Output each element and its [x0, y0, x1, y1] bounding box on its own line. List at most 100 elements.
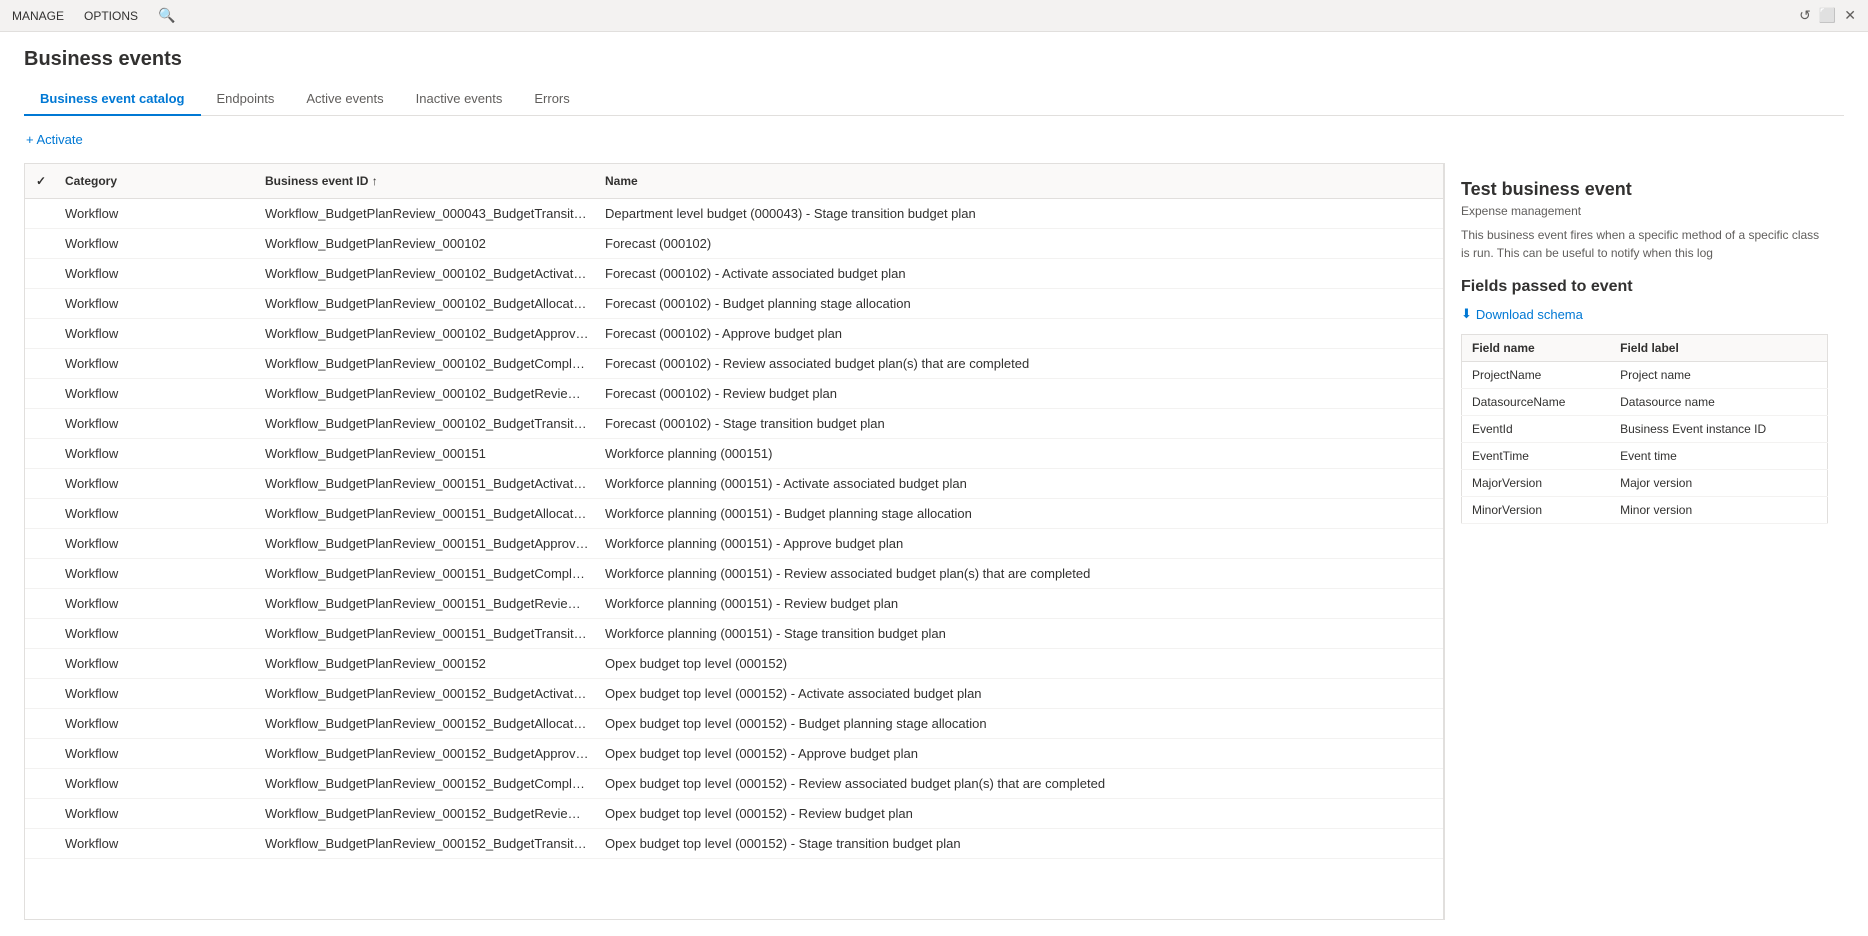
row-check	[25, 739, 57, 768]
row-check	[25, 679, 57, 708]
table-row[interactable]: Workflow Workflow_BudgetPlanReview_00010…	[25, 349, 1443, 379]
tab-inactive-events[interactable]: Inactive events	[400, 83, 519, 116]
row-name: Forecast (000102) - Stage transition bud…	[597, 409, 1443, 438]
tab-endpoints[interactable]: Endpoints	[201, 83, 291, 116]
row-category: Workflow	[57, 499, 257, 528]
title-bar: MANAGE OPTIONS 🔍 ↺ ⬜ ✕	[0, 0, 1868, 32]
table-row[interactable]: Workflow Workflow_BudgetPlanReview_00015…	[25, 739, 1443, 769]
row-category: Workflow	[57, 589, 257, 618]
row-check	[25, 349, 57, 378]
table-row[interactable]: Workflow Workflow_BudgetPlanReview_00015…	[25, 499, 1443, 529]
field-name-cell: MinorVersion	[1462, 497, 1611, 524]
row-event-id: Workflow_BudgetPlanReview_000151_BudgetT…	[257, 619, 597, 648]
table-row[interactable]: Workflow Workflow_BudgetPlanReview_00010…	[25, 379, 1443, 409]
field-row: MinorVersion Minor version	[1462, 497, 1828, 524]
row-name: Forecast (000102) - Activate associated …	[597, 259, 1443, 288]
col-field-name: Field name	[1462, 335, 1611, 362]
row-event-id: Workflow_BudgetPlanReview_000102_BudgetC…	[257, 349, 597, 378]
table-row[interactable]: Workflow Workflow_BudgetPlanReview_00010…	[25, 259, 1443, 289]
table-row[interactable]: Workflow Workflow_BudgetPlanReview_00015…	[25, 709, 1443, 739]
row-event-id: Workflow_BudgetPlanReview_000102	[257, 229, 597, 258]
row-check	[25, 469, 57, 498]
row-name: Forecast (000102)	[597, 229, 1443, 258]
table-row[interactable]: Workflow Workflow_BudgetPlanReview_00015…	[25, 799, 1443, 829]
row-category: Workflow	[57, 469, 257, 498]
row-event-id: Workflow_BudgetPlanReview_000151	[257, 439, 597, 468]
download-icon: ⬇	[1461, 306, 1472, 322]
row-category: Workflow	[57, 829, 257, 858]
row-category: Workflow	[57, 409, 257, 438]
row-name: Department level budget (000043) - Stage…	[597, 199, 1443, 228]
row-check	[25, 529, 57, 558]
tab-active-events[interactable]: Active events	[290, 83, 399, 116]
table-row[interactable]: Workflow Workflow_BudgetPlanReview_00015…	[25, 649, 1443, 679]
menu-options[interactable]: OPTIONS	[84, 9, 138, 23]
table-row[interactable]: Workflow Workflow_BudgetPlanReview_00015…	[25, 439, 1443, 469]
row-name: Workforce planning (000151) - Activate a…	[597, 469, 1443, 498]
tab-errors[interactable]: Errors	[518, 83, 585, 116]
table-row[interactable]: Workflow Workflow_BudgetPlanReview_00015…	[25, 769, 1443, 799]
row-event-id: Workflow_BudgetPlanReview_000151_BudgetA…	[257, 499, 597, 528]
table-body: Workflow Workflow_BudgetPlanReview_00004…	[25, 199, 1443, 919]
menu-manage[interactable]: MANAGE	[12, 9, 64, 23]
row-name: Forecast (000102) - Review associated bu…	[597, 349, 1443, 378]
table-row[interactable]: Workflow Workflow_BudgetPlanReview_00015…	[25, 559, 1443, 589]
tabs: Business event catalog Endpoints Active …	[24, 83, 1844, 116]
table-row[interactable]: Workflow Workflow_BudgetPlanReview_00010…	[25, 409, 1443, 439]
header-name[interactable]: Name	[597, 170, 1443, 192]
download-label[interactable]: Download schema	[1476, 307, 1583, 322]
row-name: Opex budget top level (000152) - Review …	[597, 799, 1443, 828]
table-row[interactable]: Workflow Workflow_BudgetPlanReview_00015…	[25, 679, 1443, 709]
title-bar-right: ↺ ⬜ ✕	[1799, 7, 1856, 24]
row-category: Workflow	[57, 619, 257, 648]
field-label-cell: Datasource name	[1610, 389, 1827, 416]
row-category: Workflow	[57, 559, 257, 588]
table-row[interactable]: Workflow Workflow_BudgetPlanReview_00015…	[25, 529, 1443, 559]
search-icon[interactable]: 🔍	[158, 7, 175, 24]
refresh-icon[interactable]: ↺	[1799, 7, 1811, 24]
header-event-id[interactable]: Business event ID ↑	[257, 170, 597, 192]
col-field-label: Field label	[1610, 335, 1827, 362]
main-layout: ✓ Category Business event ID ↑ Name Work…	[24, 163, 1844, 920]
event-id-label: Business event ID ↑	[265, 174, 378, 188]
table-row[interactable]: Workflow Workflow_BudgetPlanReview_00015…	[25, 829, 1443, 859]
row-event-id: Workflow_BudgetPlanReview_000102_BudgetA…	[257, 259, 597, 288]
row-name: Opex budget top level (000152) - Approve…	[597, 739, 1443, 768]
row-category: Workflow	[57, 799, 257, 828]
row-name: Workforce planning (000151) - Review ass…	[597, 559, 1443, 588]
row-event-id: Workflow_BudgetPlanReview_000152_BudgetA…	[257, 739, 597, 768]
row-name: Forecast (000102) - Approve budget plan	[597, 319, 1443, 348]
table-row[interactable]: Workflow Workflow_BudgetPlanReview_00010…	[25, 319, 1443, 349]
row-check	[25, 499, 57, 528]
tab-business-event-catalog[interactable]: Business event catalog	[24, 83, 201, 116]
table-row[interactable]: Workflow Workflow_BudgetPlanReview_00004…	[25, 199, 1443, 229]
detail-subtitle: Expense management	[1461, 204, 1828, 218]
row-check	[25, 829, 57, 858]
row-category: Workflow	[57, 709, 257, 738]
row-event-id: Workflow_BudgetPlanReview_000151_BudgetC…	[257, 559, 597, 588]
table-row[interactable]: Workflow Workflow_BudgetPlanReview_00015…	[25, 469, 1443, 499]
table-row[interactable]: Workflow Workflow_BudgetPlanReview_00010…	[25, 229, 1443, 259]
row-check	[25, 589, 57, 618]
field-row: EventId Business Event instance ID	[1462, 416, 1828, 443]
row-event-id: Workflow_BudgetPlanReview_000152_BudgetR…	[257, 799, 597, 828]
table-row[interactable]: Workflow Workflow_BudgetPlanReview_00015…	[25, 619, 1443, 649]
field-label-cell: Business Event instance ID	[1610, 416, 1827, 443]
restore-icon[interactable]: ⬜	[1819, 7, 1836, 24]
row-check	[25, 319, 57, 348]
row-check	[25, 559, 57, 588]
row-check	[25, 289, 57, 318]
fields-section-title: Fields passed to event	[1461, 278, 1828, 296]
field-row: ProjectName Project name	[1462, 362, 1828, 389]
row-check	[25, 439, 57, 468]
row-name: Opex budget top level (000152) - Budget …	[597, 709, 1443, 738]
row-event-id: Workflow_BudgetPlanReview_000151_BudgetR…	[257, 589, 597, 618]
header-category[interactable]: Category	[57, 170, 257, 192]
table-row[interactable]: Workflow Workflow_BudgetPlanReview_00010…	[25, 289, 1443, 319]
download-schema-link[interactable]: ⬇ Download schema	[1461, 306, 1828, 322]
row-name: Opex budget top level (000152) - Review …	[597, 769, 1443, 798]
close-icon[interactable]: ✕	[1844, 7, 1856, 24]
table-row[interactable]: Workflow Workflow_BudgetPlanReview_00015…	[25, 589, 1443, 619]
activate-button[interactable]: + Activate	[24, 128, 85, 151]
row-category: Workflow	[57, 229, 257, 258]
